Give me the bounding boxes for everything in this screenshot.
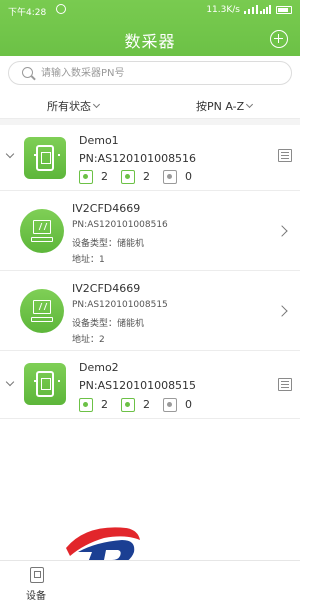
- filter-bar: 所有状态 按PN A-Z: [0, 93, 300, 119]
- device-title: IV2CFD4669: [72, 282, 141, 295]
- device-type: 设备类型：储能机: [72, 319, 145, 329]
- list-icon[interactable]: [278, 378, 292, 391]
- device-title: IV2CFD4669: [72, 202, 141, 215]
- user-icon: [79, 398, 93, 412]
- stat-value: 2: [101, 398, 108, 411]
- battery-icon: [276, 6, 292, 14]
- sort-dropdown[interactable]: 按PN A-Z: [196, 98, 254, 114]
- status-time: 下午4:28: [8, 8, 47, 18]
- sort-label: 按PN A-Z: [196, 100, 245, 113]
- chevron-right-icon[interactable]: [276, 225, 288, 237]
- chevron-down-icon: [246, 100, 254, 109]
- collector-pn: PN:AS120101008515: [79, 379, 197, 392]
- collector-device-icon: [24, 363, 66, 405]
- person-icon: [121, 170, 135, 184]
- device-pn: PN:AS120101008515: [72, 300, 168, 310]
- device-address: 地址：1: [72, 255, 105, 265]
- list-icon[interactable]: [278, 149, 292, 162]
- collector-pn: PN:AS120101008516: [79, 152, 197, 165]
- empty-user-icon: [163, 170, 177, 184]
- chevron-down-icon: [92, 100, 101, 109]
- status-bar: 下午4:28 11.3K/s: [0, 0, 300, 20]
- inverter-icon: [20, 289, 64, 333]
- collector-device-icon: [24, 137, 66, 179]
- network-speed: 11.3K/s: [206, 5, 240, 15]
- collector-row[interactable]: Demo2 PN:AS120101008515 2 2 0: [0, 351, 300, 419]
- empty-user-icon: [163, 398, 177, 412]
- app-status-icon: [56, 4, 66, 14]
- device-row[interactable]: IV2CFD4669 PN:AS120101008515 设备类型：储能机 地址…: [0, 271, 300, 351]
- status-filter-label: 所有状态: [47, 100, 91, 113]
- device-type: 设备类型：储能机: [72, 239, 145, 249]
- stat-value: 2: [143, 170, 150, 183]
- nav-tab-device[interactable]: 设备: [22, 565, 54, 600]
- device-icon: [30, 567, 44, 583]
- expand-chevron-icon[interactable]: [5, 377, 15, 387]
- status-filter-dropdown[interactable]: 所有状态: [47, 98, 101, 114]
- search-input[interactable]: [41, 64, 281, 82]
- search-icon: [22, 67, 33, 78]
- expand-chevron-icon[interactable]: [5, 149, 15, 159]
- add-collector-button[interactable]: [270, 30, 288, 48]
- signal-icon: [244, 5, 258, 14]
- collector-row[interactable]: Demo1 PN:AS120101008516 2 2 0: [0, 125, 300, 191]
- person-icon: [121, 398, 135, 412]
- stat-value: 2: [143, 398, 150, 411]
- nav-tab-device-label: 设备: [26, 591, 46, 600]
- device-row[interactable]: IV2CFD4669 PN:AS120101008516 设备类型：储能机 地址…: [0, 191, 300, 271]
- device-address: 地址：2: [72, 335, 105, 345]
- stat-value: 2: [101, 170, 108, 183]
- collector-name: Demo1: [79, 134, 119, 147]
- stat-value: 0: [185, 398, 192, 411]
- user-icon: [79, 170, 93, 184]
- device-pn: PN:AS120101008516: [72, 220, 168, 230]
- signal2-icon: [260, 5, 271, 14]
- bottom-nav: 设备: [0, 560, 300, 600]
- chevron-right-icon[interactable]: [276, 305, 288, 317]
- page-title: 数采器: [124, 32, 176, 51]
- app-header: 下午4:28 11.3K/s 数采器: [0, 0, 300, 56]
- search-bar[interactable]: [8, 61, 292, 85]
- collector-name: Demo2: [79, 361, 119, 374]
- inverter-icon: [20, 209, 64, 253]
- stat-value: 0: [185, 170, 192, 183]
